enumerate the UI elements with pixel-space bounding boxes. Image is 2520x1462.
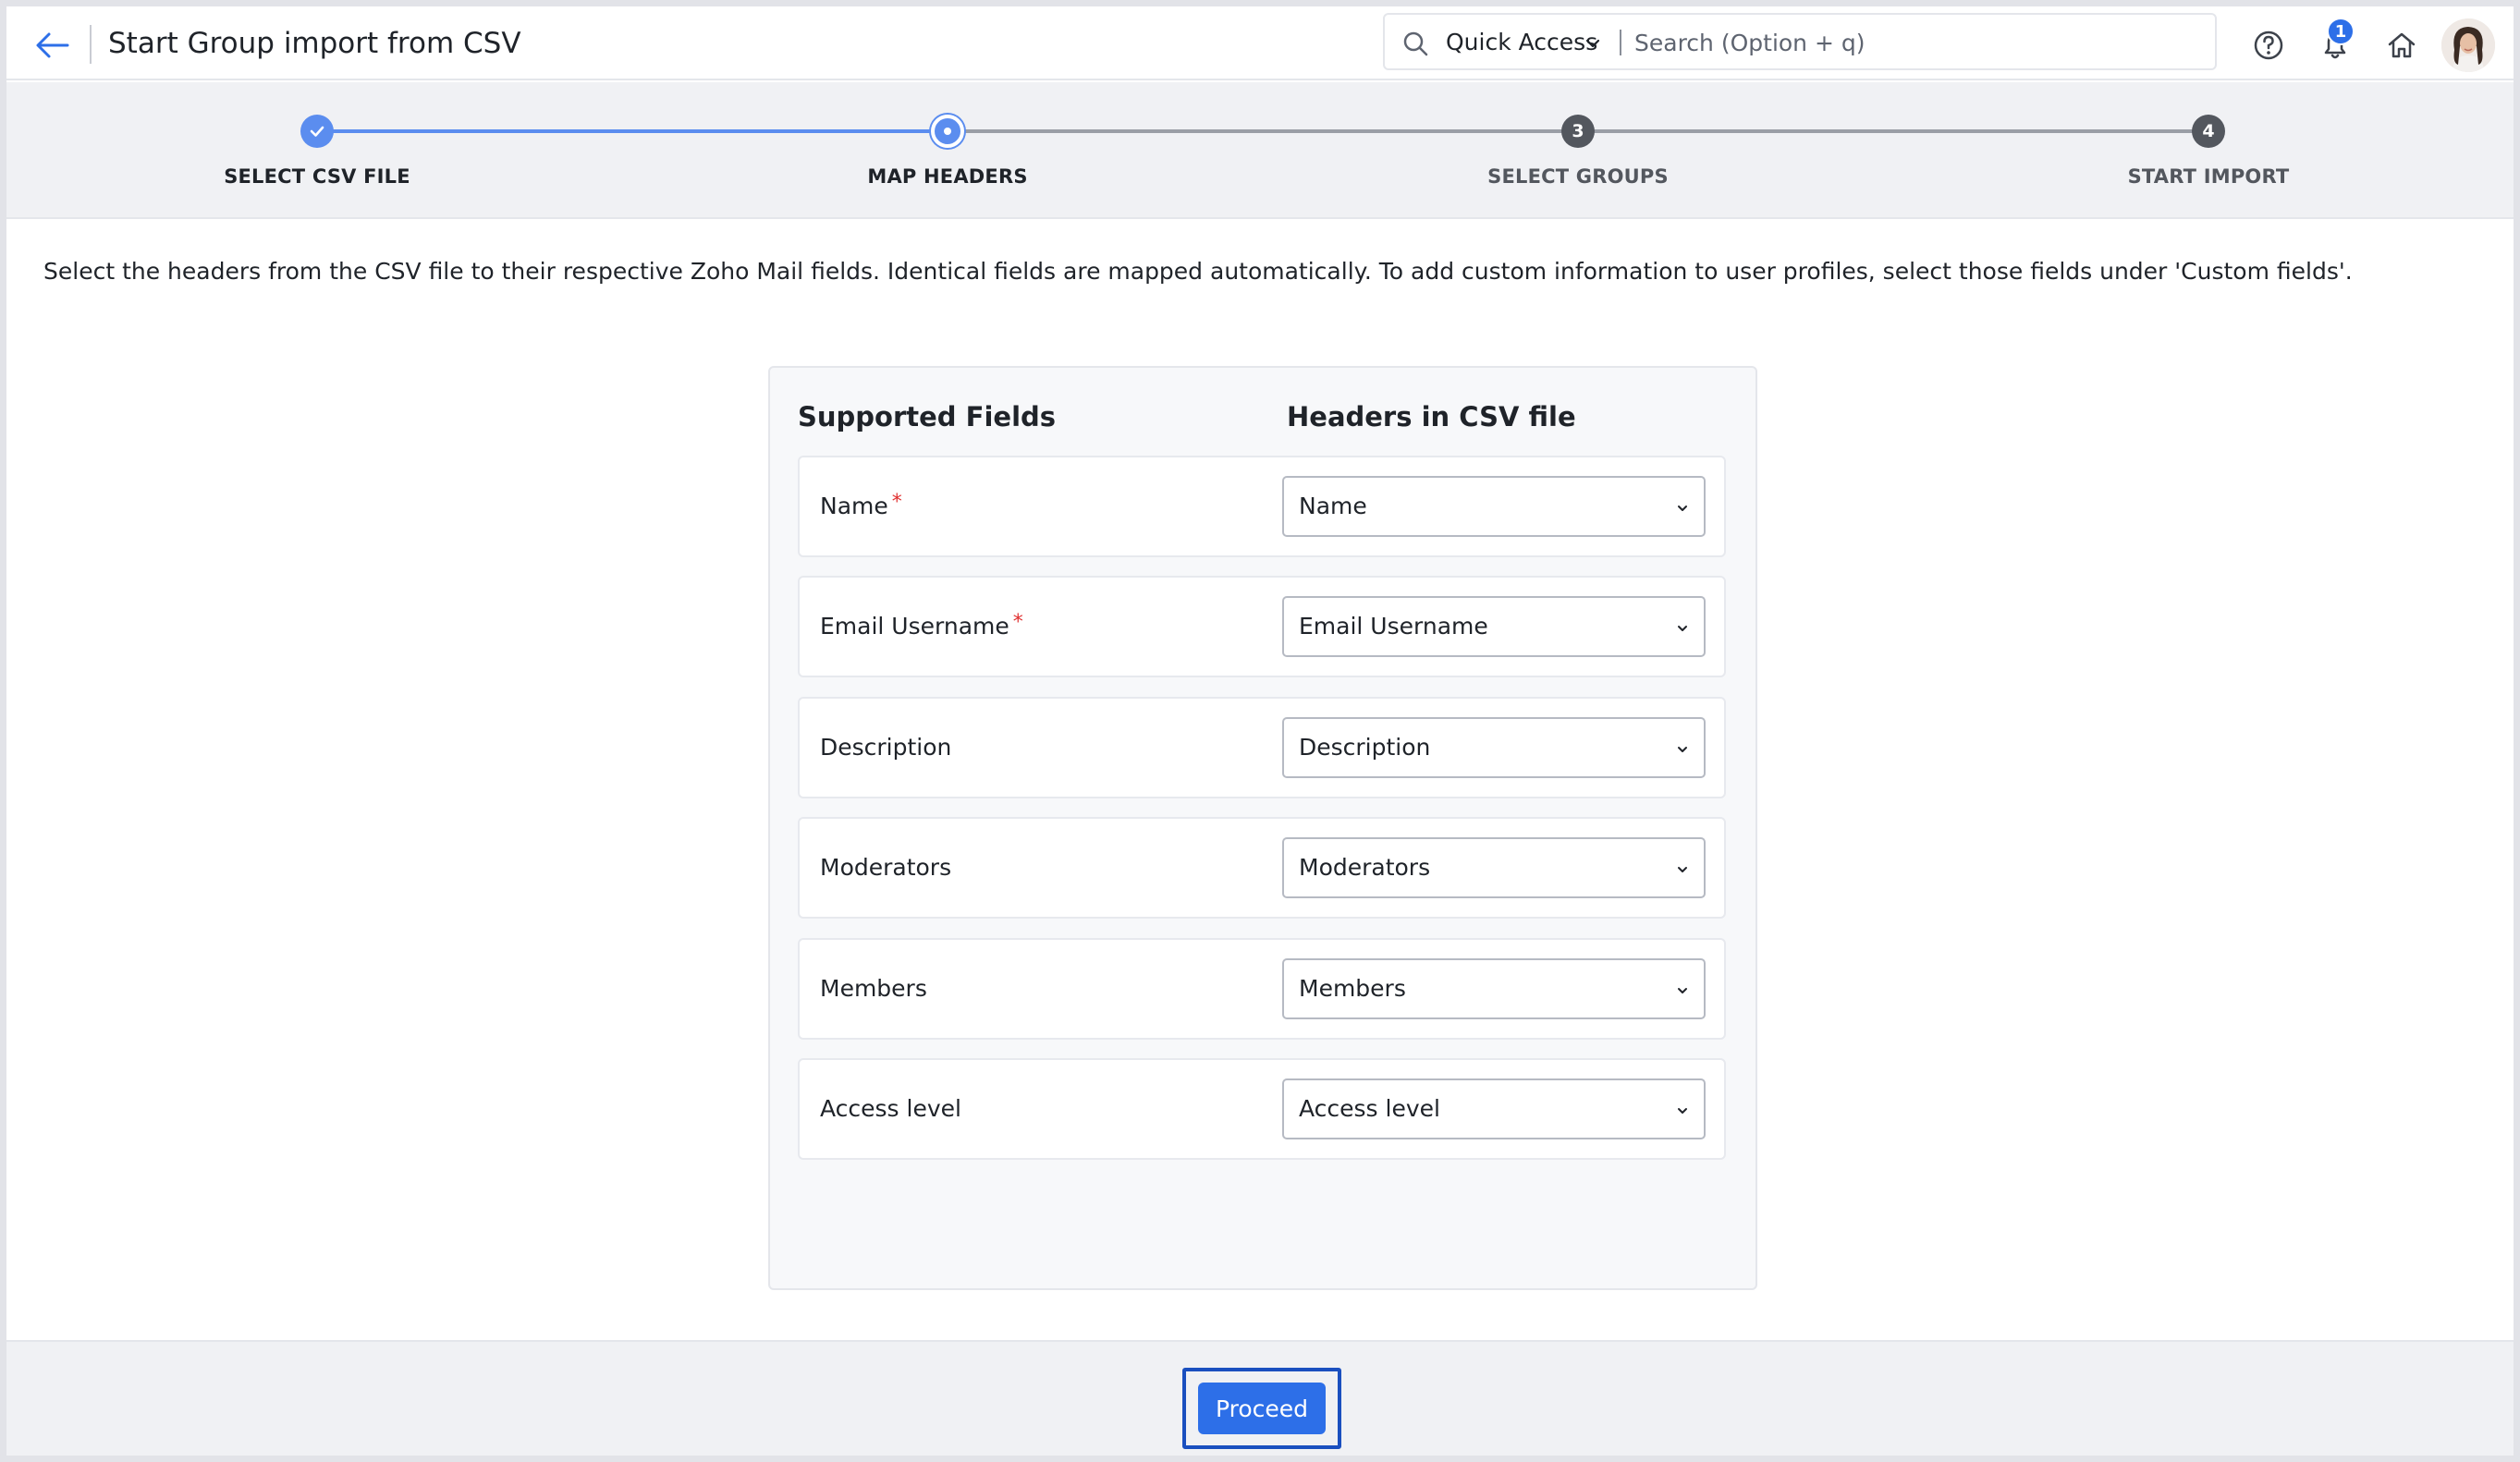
step-2-label: MAP HEADERS <box>867 165 1028 188</box>
title-divider <box>90 25 92 64</box>
field-label-text: Moderators <box>820 854 952 881</box>
step-2-current-indicator <box>931 115 964 148</box>
footer-bar: Proceed <box>6 1340 2514 1456</box>
search-bar: Quick Access <box>1383 13 2217 70</box>
field-label: Access level <box>820 1095 965 1122</box>
field-label: Description <box>820 734 955 761</box>
field-label-text: Members <box>820 975 927 1002</box>
select-value: Access level <box>1299 1095 1440 1122</box>
required-marker: * <box>1012 611 1023 634</box>
avatar[interactable] <box>2441 18 2495 72</box>
mapping-row-members: Members Members <box>798 938 1726 1040</box>
step-3-number: 3 <box>1561 115 1595 148</box>
field-label: Name * <box>820 491 902 519</box>
field-label-text: Description <box>820 734 952 761</box>
help-icon[interactable] <box>2250 27 2287 64</box>
chevron-down-icon <box>1678 747 1687 752</box>
csv-headers-heading: Headers in CSV file <box>1287 401 1576 433</box>
chevron-down-icon <box>1678 626 1687 631</box>
step-4-label: START IMPORT <box>2127 165 2290 188</box>
step-4-number: 4 <box>2192 115 2225 148</box>
back-arrow-icon[interactable] <box>31 25 75 66</box>
csv-header-select[interactable]: Email Username <box>1282 596 1706 657</box>
proceed-button[interactable]: Proceed <box>1198 1383 1326 1434</box>
field-label-text: Access level <box>820 1095 961 1122</box>
csv-header-select[interactable]: Moderators <box>1282 837 1706 898</box>
field-label: Email Username * <box>820 611 1023 640</box>
search-divider <box>1620 30 1621 55</box>
instructions-text: Select the headers from the CSV file to … <box>43 258 2353 285</box>
chevron-down-icon <box>1678 988 1687 993</box>
field-mapping-panel: Supported Fields Headers in CSV file Nam… <box>768 366 1757 1290</box>
csv-header-select[interactable]: Name <box>1282 476 1706 537</box>
field-label-text: Email Username <box>820 613 1009 640</box>
select-value: Name <box>1299 493 1367 519</box>
field-label: Members <box>820 975 931 1002</box>
mapping-row-description: Description Description <box>798 697 1726 798</box>
select-value: Email Username <box>1299 613 1488 640</box>
field-label: Moderators <box>820 854 955 881</box>
step-1-label: SELECT CSV FILE <box>224 165 410 188</box>
step-1-check-icon <box>300 115 334 148</box>
csv-header-select[interactable]: Description <box>1282 717 1706 778</box>
mapping-row-email-username: Email Username * Email Username <box>798 576 1726 677</box>
chevron-down-icon <box>1678 1108 1687 1114</box>
required-marker: * <box>891 491 902 514</box>
mapping-row-access-level: Access level Access level <box>798 1058 1726 1160</box>
search-icon <box>1403 31 1428 56</box>
import-stepper: 3 4 SELECT CSV FILE MAP HEADERS SELECT G… <box>6 82 2514 219</box>
select-value: Description <box>1299 734 1431 761</box>
search-input[interactable] <box>1634 22 2198 63</box>
quick-access-dropdown[interactable]: Quick Access <box>1446 29 1597 55</box>
home-icon[interactable] <box>2383 27 2420 64</box>
app-window: Start Group import from CSV Quick Access… <box>6 6 2514 1456</box>
mapping-row-name: Name * Name <box>798 456 1726 557</box>
csv-header-select[interactable]: Access level <box>1282 1078 1706 1139</box>
step-3-label: SELECT GROUPS <box>1487 165 1669 188</box>
top-bar: Start Group import from CSV Quick Access… <box>6 6 2514 80</box>
page-title: Start Group import from CSV <box>108 27 521 60</box>
chevron-down-icon <box>1678 867 1687 872</box>
chevron-down-icon[interactable] <box>1584 35 1601 52</box>
csv-header-select[interactable]: Members <box>1282 958 1706 1019</box>
step-connector <box>317 129 948 133</box>
mapping-row-moderators: Moderators Moderators <box>798 817 1726 919</box>
notification-badge: 1 <box>2327 18 2355 45</box>
field-label-text: Name <box>820 493 888 519</box>
chevron-down-icon <box>1678 506 1687 511</box>
select-value: Members <box>1299 975 1406 1002</box>
supported-fields-heading: Supported Fields <box>798 401 1057 433</box>
select-value: Moderators <box>1299 854 1431 881</box>
